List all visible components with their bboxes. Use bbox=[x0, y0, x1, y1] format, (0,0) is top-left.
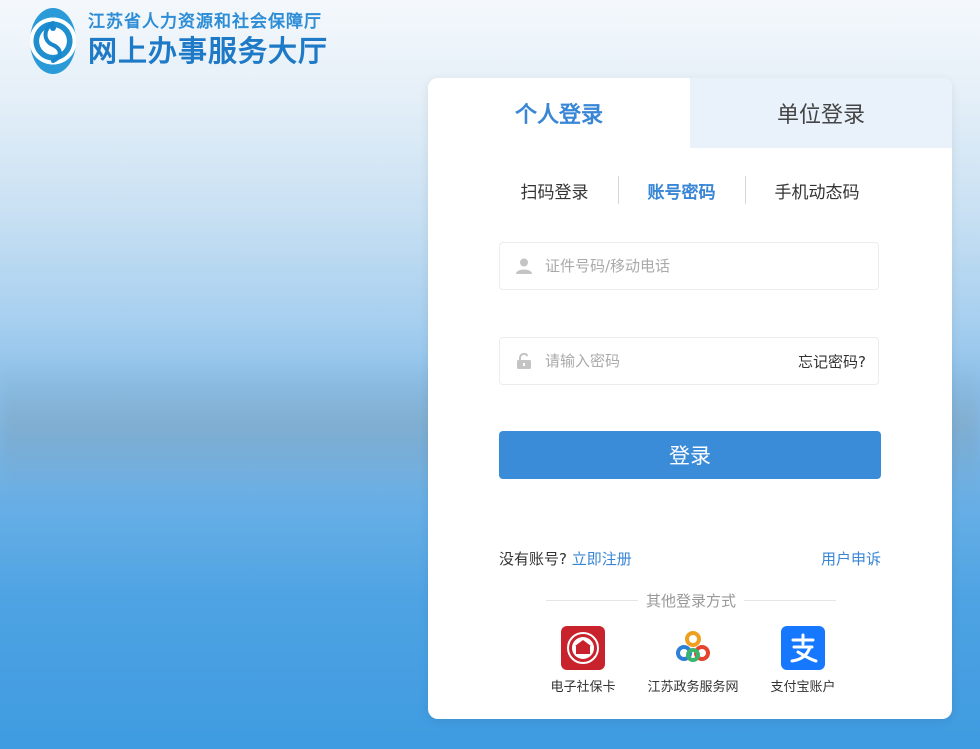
hrss-logo-icon bbox=[30, 8, 76, 74]
site-name: 网上办事服务大厅 bbox=[88, 34, 329, 68]
no-account-text: 没有账号? bbox=[499, 550, 567, 568]
login-button[interactable]: 登录 bbox=[499, 431, 881, 479]
login-method-tabs: 扫码登录 账号密码 手机动态码 bbox=[428, 175, 952, 205]
login-social-security-card[interactable]: 电子社保卡 bbox=[528, 626, 638, 695]
forgot-password-link[interactable]: 忘记密码? bbox=[798, 351, 866, 372]
alipay-icon bbox=[781, 626, 825, 670]
social-security-card-icon bbox=[561, 626, 605, 670]
tab-unit-login[interactable]: 单位登录 bbox=[690, 78, 952, 148]
login-panel: 个人登录 单位登录 扫码登录 账号密码 手机动态码 忘记密码? 登录 bbox=[428, 78, 952, 719]
other-login-methods: 电子社保卡 江苏政务服务网 支付宝账户 bbox=[528, 626, 858, 695]
tab-personal-login[interactable]: 个人登录 bbox=[428, 78, 690, 148]
jiangsu-gov-service-icon bbox=[671, 626, 715, 670]
method-label: 江苏政务服务网 bbox=[647, 680, 739, 695]
login-alipay[interactable]: 支付宝账户 bbox=[748, 626, 858, 695]
other-login-divider: 其他登录方式 bbox=[546, 590, 837, 611]
register-link[interactable]: 立即注册 bbox=[572, 550, 632, 568]
subtab-account-password[interactable]: 账号密码 bbox=[619, 178, 745, 203]
method-label: 支付宝账户 bbox=[770, 680, 836, 695]
password-input[interactable] bbox=[543, 351, 799, 371]
user-appeal-link[interactable]: 用户申诉 bbox=[821, 548, 881, 569]
account-input[interactable] bbox=[543, 256, 878, 276]
divider-line bbox=[744, 600, 837, 601]
lock-icon bbox=[514, 351, 534, 371]
password-field[interactable]: 忘记密码? bbox=[499, 337, 879, 385]
login-jiangsu-gov-service[interactable]: 江苏政务服务网 bbox=[638, 626, 748, 695]
account-field[interactable] bbox=[499, 242, 879, 290]
site-header: 江苏省人力资源和社会保障厅 网上办事服务大厅 bbox=[30, 8, 328, 74]
method-label: 电子社保卡 bbox=[550, 680, 616, 695]
subtab-qr-login[interactable]: 扫码登录 bbox=[492, 178, 618, 203]
account-links: 没有账号? 立即注册 用户申诉 bbox=[499, 548, 881, 569]
subtab-sms-code[interactable]: 手机动态码 bbox=[746, 178, 889, 203]
divider-line bbox=[546, 600, 638, 601]
other-login-label: 其他登录方式 bbox=[646, 592, 737, 610]
org-name: 江苏省人力资源和社会保障厅 bbox=[88, 12, 322, 32]
user-icon bbox=[514, 256, 534, 276]
login-type-tabs: 个人登录 单位登录 bbox=[428, 78, 952, 148]
